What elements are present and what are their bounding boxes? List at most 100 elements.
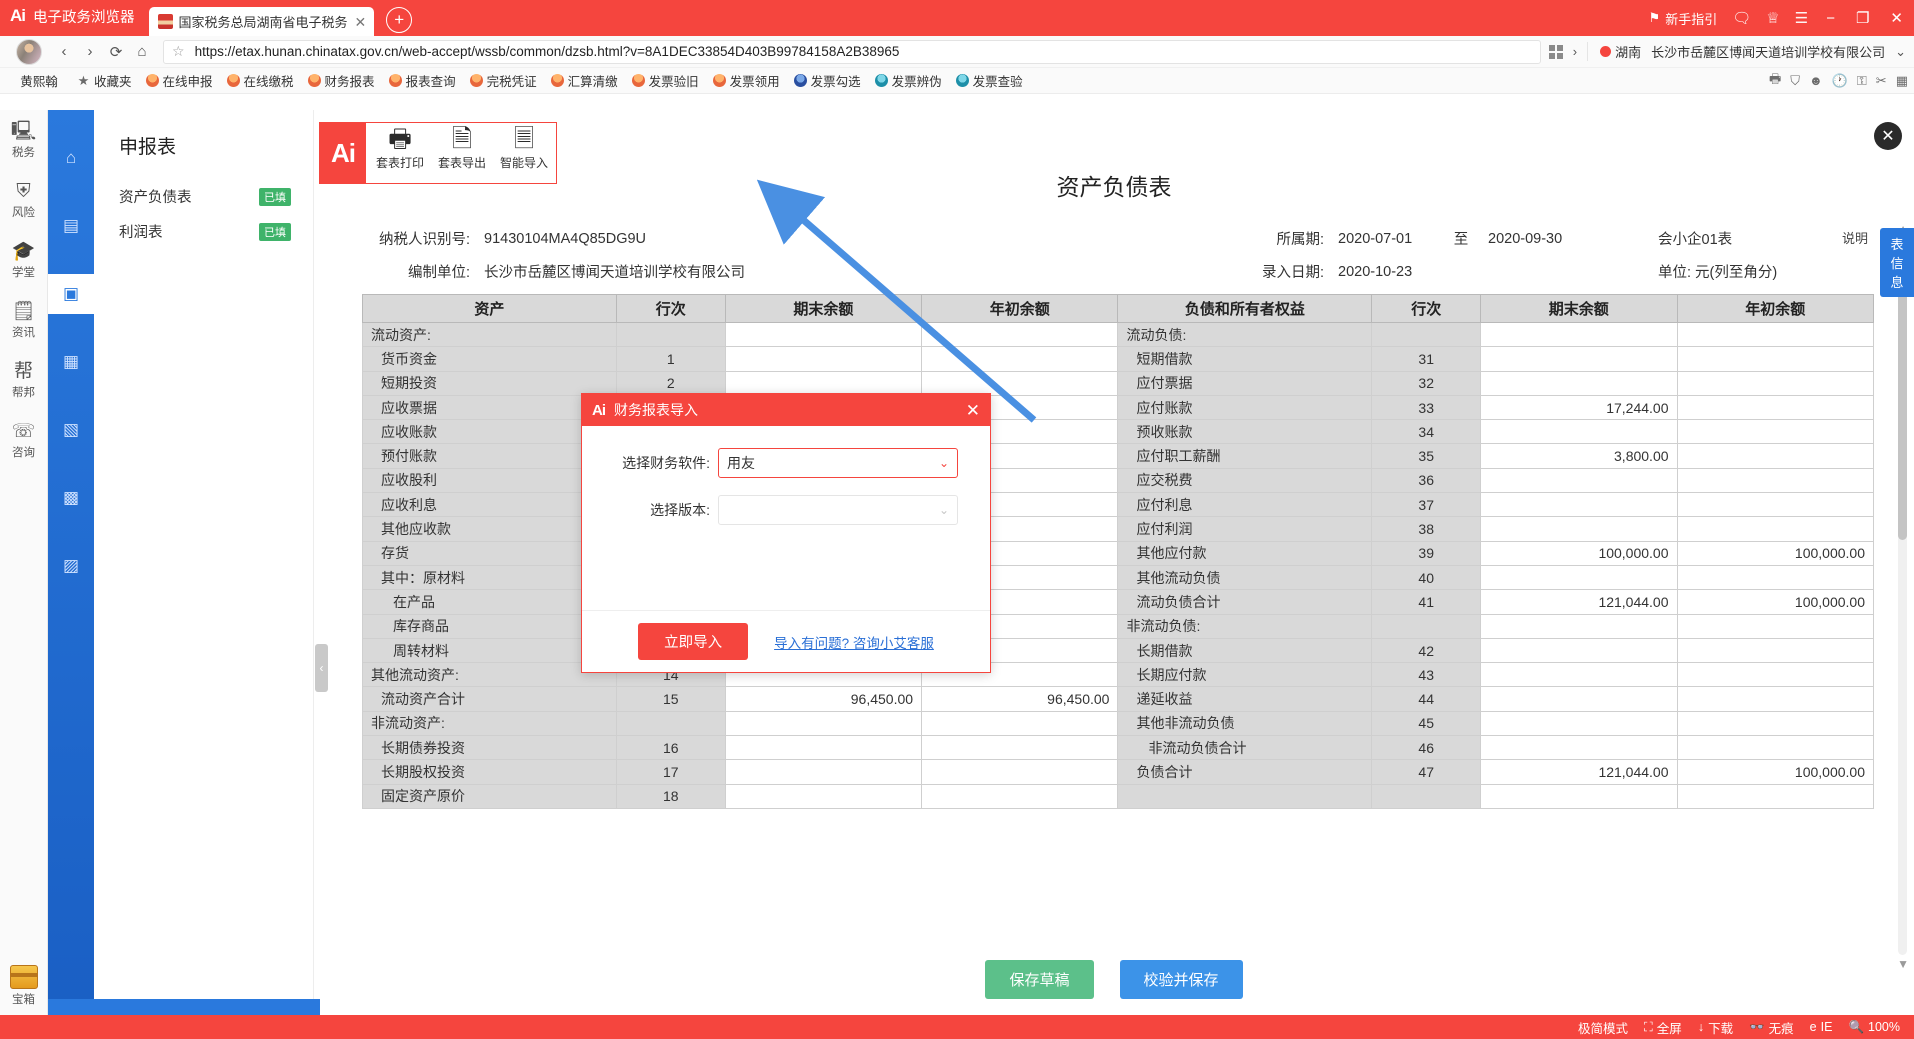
liability-end-balance-cell[interactable] [1481,565,1677,589]
scissors-icon[interactable]: ✂ [1876,73,1887,89]
save-draft-button[interactable]: 保存草稿 [985,960,1093,999]
status-zoom[interactable]: 🔍100% [1848,1020,1900,1035]
liability-begin-balance-cell[interactable] [1677,371,1873,395]
liability-end-balance-cell[interactable] [1481,687,1677,711]
liability-begin-balance-cell[interactable] [1677,784,1873,808]
liability-begin-balance-cell[interactable]: 100,000.00 [1677,760,1873,784]
chevron-right-icon[interactable]: › [1573,44,1577,59]
rail-item-school[interactable]: 🎓 学堂 [12,242,36,280]
liability-end-balance-cell[interactable] [1481,468,1677,492]
close-icon[interactable]: ✕ [966,402,980,419]
shield-icon[interactable]: ⛉ [1790,73,1800,89]
grid-tool-icon[interactable]: ▦ [1896,73,1908,89]
liability-begin-balance-cell[interactable] [1677,420,1873,444]
browser-tab[interactable]: 国家税务总局湖南省电子税务 ✕ [149,7,375,36]
liability-begin-balance-cell[interactable] [1677,493,1873,517]
close-overlay-button[interactable]: ✕ [1874,122,1902,150]
liability-begin-balance-cell[interactable] [1677,347,1873,371]
rail-item-help[interactable]: 帮 帮邦 [12,362,35,400]
asset-end-balance-cell[interactable] [725,711,921,735]
blue-nav-item-active[interactable]: ▣ [48,274,94,314]
close-window-button[interactable]: ✕ [1887,9,1906,27]
reload-icon[interactable]: ⟳ [103,39,129,65]
bookmark-item[interactable]: 发票查验 [949,71,1030,90]
asset-begin-balance-cell[interactable] [922,347,1118,371]
new-tab-button[interactable]: + [386,7,412,33]
asset-begin-balance-cell[interactable] [922,371,1118,395]
export-forms-button[interactable]: 🗎 套表导出 [434,126,490,171]
liability-begin-balance-cell[interactable] [1677,711,1873,735]
blue-nav-item[interactable]: ▨ [48,546,94,586]
smart-import-button[interactable]: 🗏 智能导入 [496,126,552,171]
asset-begin-balance-cell[interactable] [922,323,1118,347]
liability-end-balance-cell[interactable]: 121,044.00 [1481,760,1677,784]
status-download[interactable]: ↓下载 [1698,1018,1733,1037]
blue-nav-item[interactable]: ▩ [48,478,94,518]
key-icon[interactable]: ⚿ [1857,73,1867,89]
bookmark-star-icon[interactable]: ☆ [172,43,185,60]
liability-begin-balance-cell[interactable] [1677,663,1873,687]
liability-end-balance-cell[interactable] [1481,638,1677,662]
printer-icon[interactable]: 🖶 [1769,70,1781,92]
sidebar-item-income-statement[interactable]: 利润表 已填 [94,214,313,249]
asset-end-balance-cell[interactable]: 96,450.00 [725,687,921,711]
back-icon[interactable]: ‹ [51,39,77,65]
liability-begin-balance-cell[interactable]: 100,000.00 [1677,541,1873,565]
software-select[interactable]: 用友 ⌄ [718,448,958,478]
validate-save-button[interactable]: 校验并保存 [1120,960,1243,999]
liability-begin-balance-cell[interactable] [1677,736,1873,760]
asset-end-balance-cell[interactable] [725,760,921,784]
bookmark-item[interactable]: 在线缴税 [220,71,301,90]
vertical-scrollbar[interactable] [1898,240,1907,955]
asset-end-balance-cell[interactable] [725,371,921,395]
liability-end-balance-cell[interactable] [1481,420,1677,444]
sheet-info-tab[interactable]: 表信息 [1880,228,1914,297]
help-link[interactable]: 导入有问题? 咨询小艾客服 [774,632,934,652]
liability-end-balance-cell[interactable] [1481,323,1677,347]
close-icon[interactable]: ✕ [355,15,367,29]
region-selector[interactable]: 湖南 [1587,42,1641,61]
asset-begin-balance-cell[interactable] [922,784,1118,808]
rail-item-news[interactable]: 🗒 资讯 [11,302,35,340]
asset-end-balance-cell[interactable] [725,347,921,371]
forward-icon[interactable]: › [77,39,103,65]
clock-icon[interactable]: 🕐 [1832,73,1848,89]
liability-begin-balance-cell[interactable] [1677,565,1873,589]
minimize-button[interactable]: − [1823,10,1838,27]
url-bar[interactable]: ☆ https://etax.hunan.chinatax.gov.cn/web… [163,40,1541,64]
home-icon[interactable]: ⌂ [129,39,155,65]
liability-begin-balance-cell[interactable] [1677,444,1873,468]
liability-end-balance-cell[interactable] [1481,614,1677,638]
liability-end-balance-cell[interactable] [1481,711,1677,735]
import-now-button[interactable]: 立即导入 [638,623,748,660]
bookmark-item[interactable]: 发票勾选 [787,71,868,90]
bookmark-item[interactable]: 发票领用 [706,71,787,90]
bookmark-item[interactable]: 在线申报 [139,71,220,90]
bookmark-item[interactable]: 报表查询 [382,71,463,90]
rail-item-risk[interactable]: ⛨ 风险 [12,182,35,220]
rail-item-consult[interactable]: ☏ 咨询 [12,422,36,460]
bookmark-item[interactable]: 发票辨伪 [868,71,949,90]
liability-end-balance-cell[interactable] [1481,784,1677,808]
bookmark-item[interactable]: 发票验旧 [625,71,706,90]
liability-end-balance-cell[interactable] [1481,736,1677,760]
liability-end-balance-cell[interactable]: 17,244.00 [1481,395,1677,419]
bookmark-item[interactable]: ★收藏夹 [70,71,139,90]
message-icon[interactable]: 🗨 [1732,9,1751,27]
gift-icon[interactable]: ♕ [1766,9,1779,27]
avatar[interactable] [16,39,42,65]
status-fullscreen[interactable]: ⛶全屏 [1644,1018,1682,1037]
liability-end-balance-cell[interactable] [1481,663,1677,687]
liability-begin-balance-cell[interactable] [1677,638,1873,662]
blue-nav-item[interactable]: ▦ [48,342,94,382]
asset-begin-balance-cell[interactable] [922,711,1118,735]
asset-begin-balance-cell[interactable]: 96,450.00 [922,687,1118,711]
print-forms-button[interactable]: 🖶 套表打印 [372,126,428,171]
restore-button[interactable]: ❐ [1853,9,1872,27]
asset-end-balance-cell[interactable] [725,736,921,760]
bookmark-item[interactable]: 完税凭证 [463,71,544,90]
liability-end-balance-cell[interactable] [1481,347,1677,371]
apps-grid-icon[interactable] [1549,45,1563,59]
asset-end-balance-cell[interactable] [725,784,921,808]
asset-begin-balance-cell[interactable] [922,760,1118,784]
